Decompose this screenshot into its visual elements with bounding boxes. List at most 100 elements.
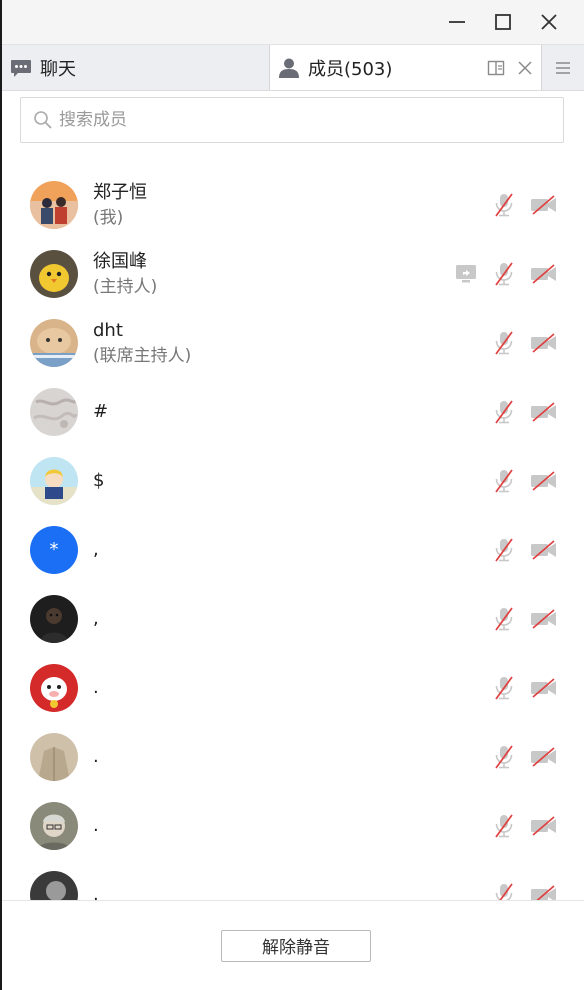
mic-muted-icon[interactable] (490, 191, 518, 219)
members-window: 聊天 成员(503) 搜索成员 郑子恒 (我) 徐国峰 (主持人) dht (联… (0, 0, 584, 990)
member-row[interactable]: , (2, 584, 584, 653)
camera-off-icon (531, 815, 556, 836)
member-info: . (93, 744, 99, 770)
tab-members[interactable]: 成员(503) (270, 45, 541, 90)
person-icon (279, 58, 299, 78)
menu-button[interactable] (541, 45, 584, 90)
camera-off-icon[interactable] (528, 467, 560, 495)
member-status-icons (490, 308, 560, 377)
screen-share-icon (452, 260, 480, 288)
mic-muted-icon[interactable] (490, 743, 518, 771)
avatar (30, 663, 78, 712)
unmute-all-button[interactable]: 解除静音 (221, 929, 371, 962)
member-row[interactable]: 郑子恒 (我) (2, 170, 584, 239)
member-name: $ (93, 469, 105, 491)
camera-off-icon (531, 263, 556, 284)
mic-muted-icon[interactable] (490, 605, 518, 633)
search-box[interactable] (20, 97, 564, 143)
mic-muted-icon (495, 745, 513, 768)
member-row[interactable]: 徐国峰 (主持人) (2, 239, 584, 308)
camera-off-icon[interactable] (528, 398, 560, 426)
member-info: # (93, 399, 108, 425)
close-tab-icon[interactable] (517, 60, 533, 76)
member-row[interactable]: dht (联席主持人) (2, 308, 584, 377)
popout-icon[interactable] (487, 59, 505, 77)
camera-off-icon (531, 746, 556, 767)
mic-muted-icon (495, 883, 513, 900)
member-row[interactable]: . (2, 791, 584, 860)
camera-off-icon[interactable] (528, 674, 560, 702)
member-name: . (93, 883, 99, 901)
member-status-icons (452, 239, 560, 308)
camera-off-icon[interactable] (528, 812, 560, 840)
avatar-text: * (49, 539, 59, 560)
mic-muted-icon[interactable] (490, 536, 518, 564)
search-area (2, 91, 584, 143)
member-row[interactable]: *, (2, 515, 584, 584)
member-status-icons (490, 653, 560, 722)
avatar (30, 870, 78, 900)
member-info: dht (联席主持人) (93, 318, 191, 368)
tab-chat-label: 聊天 (40, 58, 76, 80)
mic-muted-icon[interactable] (490, 329, 518, 357)
member-row[interactable]: . (2, 860, 584, 900)
mic-muted-icon[interactable] (490, 467, 518, 495)
camera-off-icon (531, 884, 556, 900)
member-status-icons (490, 515, 560, 584)
mic-muted-icon[interactable] (490, 881, 518, 900)
avatar (30, 594, 78, 643)
mic-muted-icon[interactable] (490, 674, 518, 702)
member-row[interactable]: . (2, 722, 584, 791)
camera-off-icon[interactable] (528, 260, 560, 288)
minimize-button[interactable] (434, 0, 480, 44)
mic-muted-icon[interactable] (490, 398, 518, 426)
member-name: . (93, 676, 99, 698)
member-row[interactable]: . (2, 653, 584, 722)
mic-muted-icon[interactable] (490, 812, 518, 840)
member-row[interactable]: $ (2, 446, 584, 515)
member-status-icons (490, 377, 560, 446)
mic-muted-icon (495, 607, 513, 630)
close-window-button[interactable] (526, 0, 572, 44)
member-info: 郑子恒 (我) (93, 180, 147, 230)
mic-muted-icon (495, 400, 513, 423)
member-list[interactable]: 郑子恒 (我) 徐国峰 (主持人) dht (联席主持人) # $ *,,.... (2, 170, 584, 900)
tab-members-label: 成员(503) (308, 58, 393, 80)
member-role: (主持人) (93, 276, 158, 297)
member-name: , (93, 538, 99, 560)
camera-off-icon[interactable] (528, 881, 560, 900)
maximize-icon (495, 14, 511, 30)
camera-off-icon[interactable] (528, 605, 560, 633)
mic-muted-icon (495, 538, 513, 561)
member-status-icons (490, 584, 560, 653)
avatar: * (30, 525, 78, 574)
member-name: # (93, 400, 109, 422)
camera-off-icon[interactable] (528, 743, 560, 771)
member-info: $ (93, 468, 104, 494)
member-name: . (93, 814, 99, 836)
mic-muted-icon[interactable] (490, 260, 518, 288)
avatar (30, 249, 78, 298)
camera-off-icon (531, 401, 556, 422)
camera-off-icon[interactable] (528, 191, 560, 219)
maximize-button[interactable] (480, 0, 526, 44)
camera-off-icon (531, 539, 556, 560)
mic-muted-icon (495, 814, 513, 837)
camera-off-icon[interactable] (528, 536, 560, 564)
mic-muted-icon (495, 676, 513, 699)
camera-off-icon (531, 470, 556, 491)
member-info: . (93, 882, 99, 901)
member-info: . (93, 813, 99, 839)
camera-off-icon (531, 677, 556, 698)
close-icon (541, 14, 557, 30)
member-name: dht (93, 319, 123, 341)
member-row[interactable]: # (2, 377, 584, 446)
title-bar (2, 0, 584, 44)
member-name: . (93, 745, 99, 767)
camera-off-icon[interactable] (528, 329, 560, 357)
search-input[interactable] (59, 110, 499, 130)
member-status-icons (490, 170, 560, 239)
member-info: 徐国峰 (主持人) (93, 249, 157, 299)
member-status-icons (490, 722, 560, 791)
tab-chat[interactable]: 聊天 (2, 45, 270, 90)
